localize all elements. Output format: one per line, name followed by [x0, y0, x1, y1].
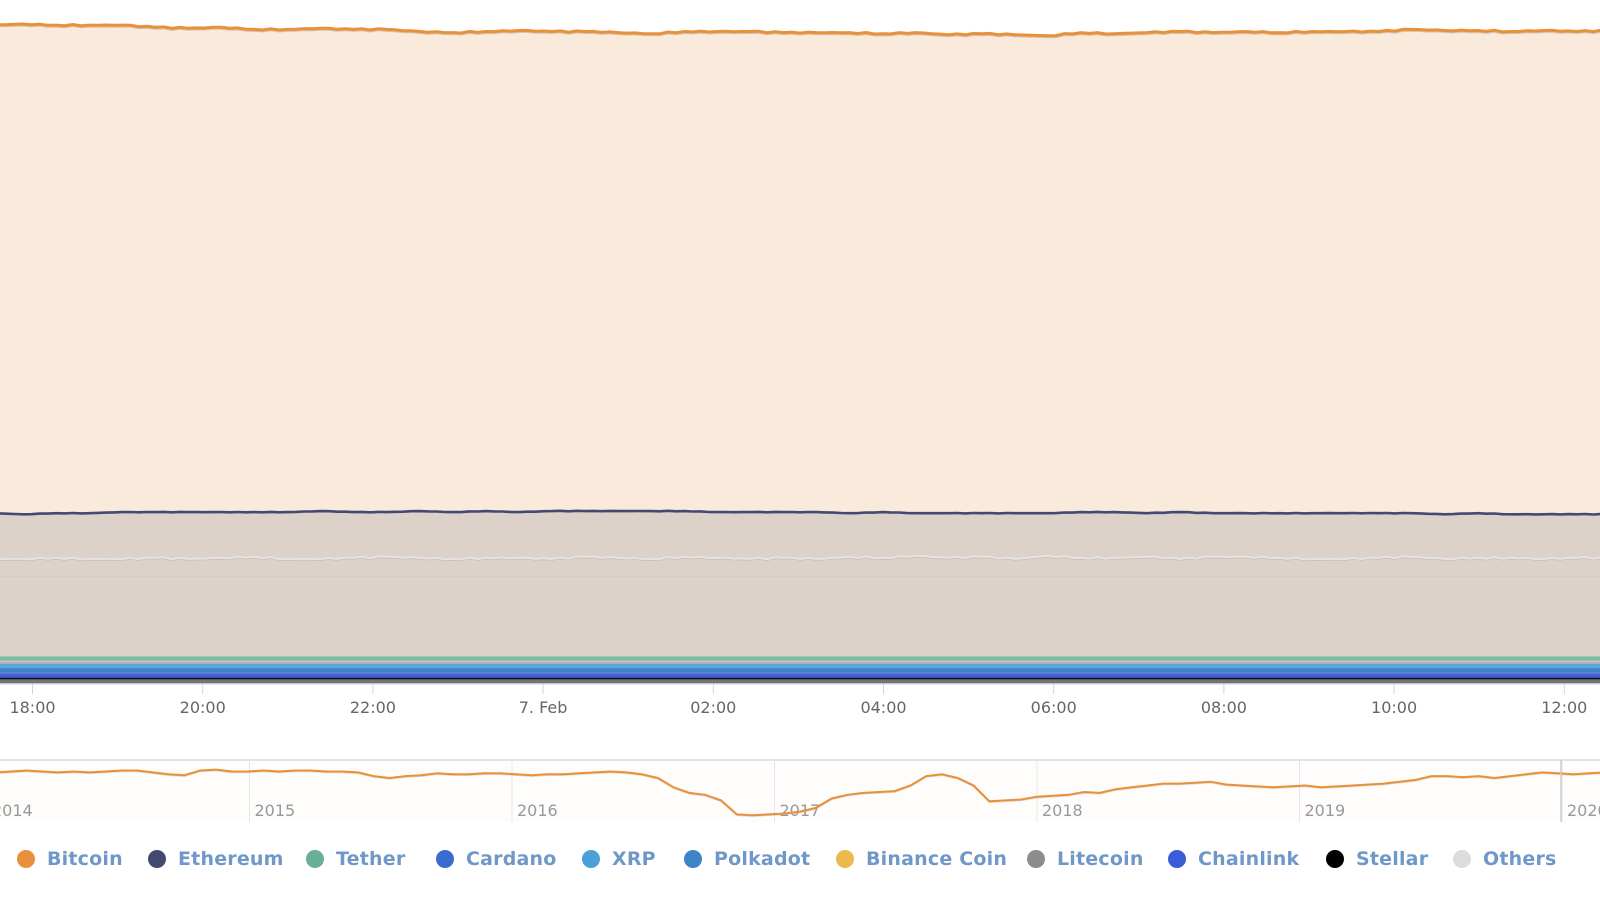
- legend-item-litecoin[interactable]: Litecoin: [1027, 848, 1144, 870]
- legend-label: Litecoin: [1057, 848, 1144, 870]
- legend-label: Cardano: [466, 848, 557, 870]
- navigator-year-label: 2019: [1305, 801, 1346, 820]
- x-tick-label: 06:00: [1031, 698, 1077, 717]
- legend-dot-icon: [148, 850, 166, 868]
- legend-item-polkadot[interactable]: Polkadot: [684, 848, 810, 870]
- x-tick-label: 10:00: [1371, 698, 1417, 717]
- x-tick-label: 20:00: [180, 698, 226, 717]
- area-binance-coin[interactable]: [0, 660, 1600, 663]
- x-tick-label: 08:00: [1201, 698, 1247, 717]
- legend-label: Ethereum: [178, 848, 284, 870]
- legend-label: Binance Coin: [866, 848, 1008, 870]
- legend-dot-icon: [17, 850, 35, 868]
- legend-item-tether[interactable]: Tether: [306, 848, 405, 870]
- area-ethereum[interactable]: [0, 510, 1600, 657]
- navigator-year-label: 2015: [255, 801, 296, 820]
- legend-dot-icon: [1326, 850, 1344, 868]
- legend-item-stellar[interactable]: Stellar: [1326, 848, 1428, 870]
- dominance-chart: 18:00 20:00 22:00 7. Feb 02:00 04:00 06:00 08:0…: [0, 0, 1600, 900]
- x-axis: 18:00 20:00 22:00 7. Feb 02:00 04:00 06:00 08:0…: [0, 683, 1600, 717]
- legend-label: XRP: [612, 848, 656, 870]
- legend-dot-icon: [306, 850, 324, 868]
- legend-label: Bitcoin: [47, 848, 123, 870]
- x-tick-label: 12:00: [1541, 698, 1587, 717]
- legend-dot-icon: [836, 850, 854, 868]
- area-litecoin[interactable]: [0, 662, 1600, 664]
- area-tether[interactable]: [0, 656, 1600, 661]
- x-tick-label: 18:00: [9, 698, 55, 717]
- area-cardano[interactable]: [0, 672, 1600, 675]
- legend-item-binance-coin[interactable]: Binance Coin: [836, 848, 1007, 870]
- legend-label: Chainlink: [1198, 848, 1300, 870]
- area-chainlink[interactable]: [0, 674, 1600, 678]
- area-xrp[interactable]: [0, 663, 1600, 669]
- navigator-year-label: 2016: [517, 801, 558, 820]
- legend-item-bitcoin[interactable]: Bitcoin: [17, 848, 123, 870]
- legend-item-ethereum[interactable]: Ethereum: [148, 848, 284, 870]
- main-plot[interactable]: 18:00 20:00 22:00 7. Feb 02:00 04:00 06:00 08:0…: [0, 0, 1600, 900]
- x-tick-label: 22:00: [350, 698, 396, 717]
- legend-label: Polkadot: [714, 848, 811, 870]
- navigator-year-label: 2020: [1567, 801, 1600, 820]
- legend-label: Stellar: [1356, 848, 1429, 870]
- x-tick-label: 04:00: [860, 698, 906, 717]
- area-bitcoin[interactable]: [0, 24, 1600, 515]
- navigator-year-label: 2014: [0, 801, 33, 820]
- x-tick-label: 7. Feb: [519, 698, 568, 717]
- navigator-year-label: 2018: [1042, 801, 1083, 820]
- legend-dot-icon: [684, 850, 702, 868]
- legend-label: Others: [1483, 848, 1557, 870]
- legend-dot-icon: [436, 850, 454, 868]
- legend-item-xrp[interactable]: XRP: [582, 848, 656, 870]
- x-tick-label: 02:00: [690, 698, 736, 717]
- legend-dot-icon: [582, 850, 600, 868]
- legend-dot-icon: [1027, 850, 1045, 868]
- legend-dot-icon: [1453, 850, 1471, 868]
- area-baseline-band: [0, 679, 1600, 684]
- area-polkadot[interactable]: [0, 668, 1600, 673]
- stacked-areas: [0, 22, 1600, 684]
- legend-item-chainlink[interactable]: Chainlink: [1168, 848, 1299, 870]
- legend: Bitcoin Ethereum Tether Cardano XRP Polkadot B…: [0, 842, 1600, 878]
- navigator[interactable]: 2014 2015 2016 2017 2018 2019 2020: [0, 759, 1600, 822]
- navigator-year-label: 2017: [780, 801, 821, 820]
- legend-item-others[interactable]: Others: [1453, 848, 1557, 870]
- legend-dot-icon: [1168, 850, 1186, 868]
- legend-item-cardano[interactable]: Cardano: [436, 848, 557, 870]
- legend-label: Tether: [336, 848, 406, 870]
